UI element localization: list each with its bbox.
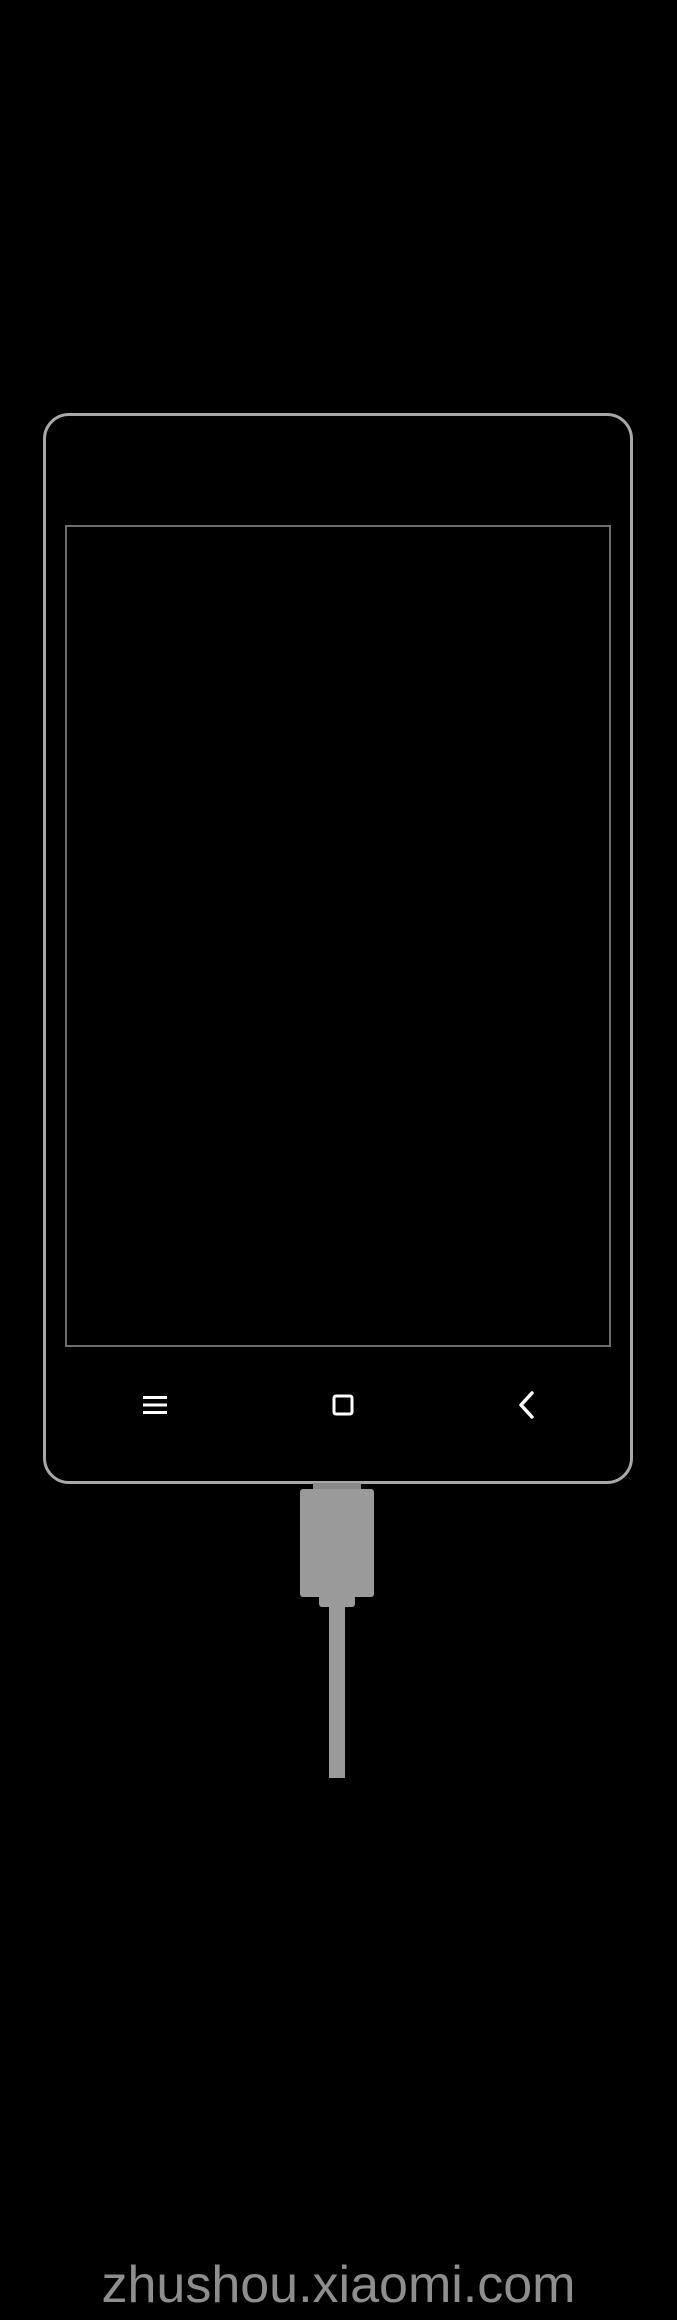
menu-icon — [140, 1390, 170, 1420]
watermark-text: zhushou.xiaomi.com — [101, 2256, 576, 2314]
home-icon — [328, 1390, 358, 1420]
back-icon — [512, 1390, 542, 1420]
usb-cable-icon — [296, 1483, 378, 1778]
phone-screen — [65, 525, 611, 1347]
